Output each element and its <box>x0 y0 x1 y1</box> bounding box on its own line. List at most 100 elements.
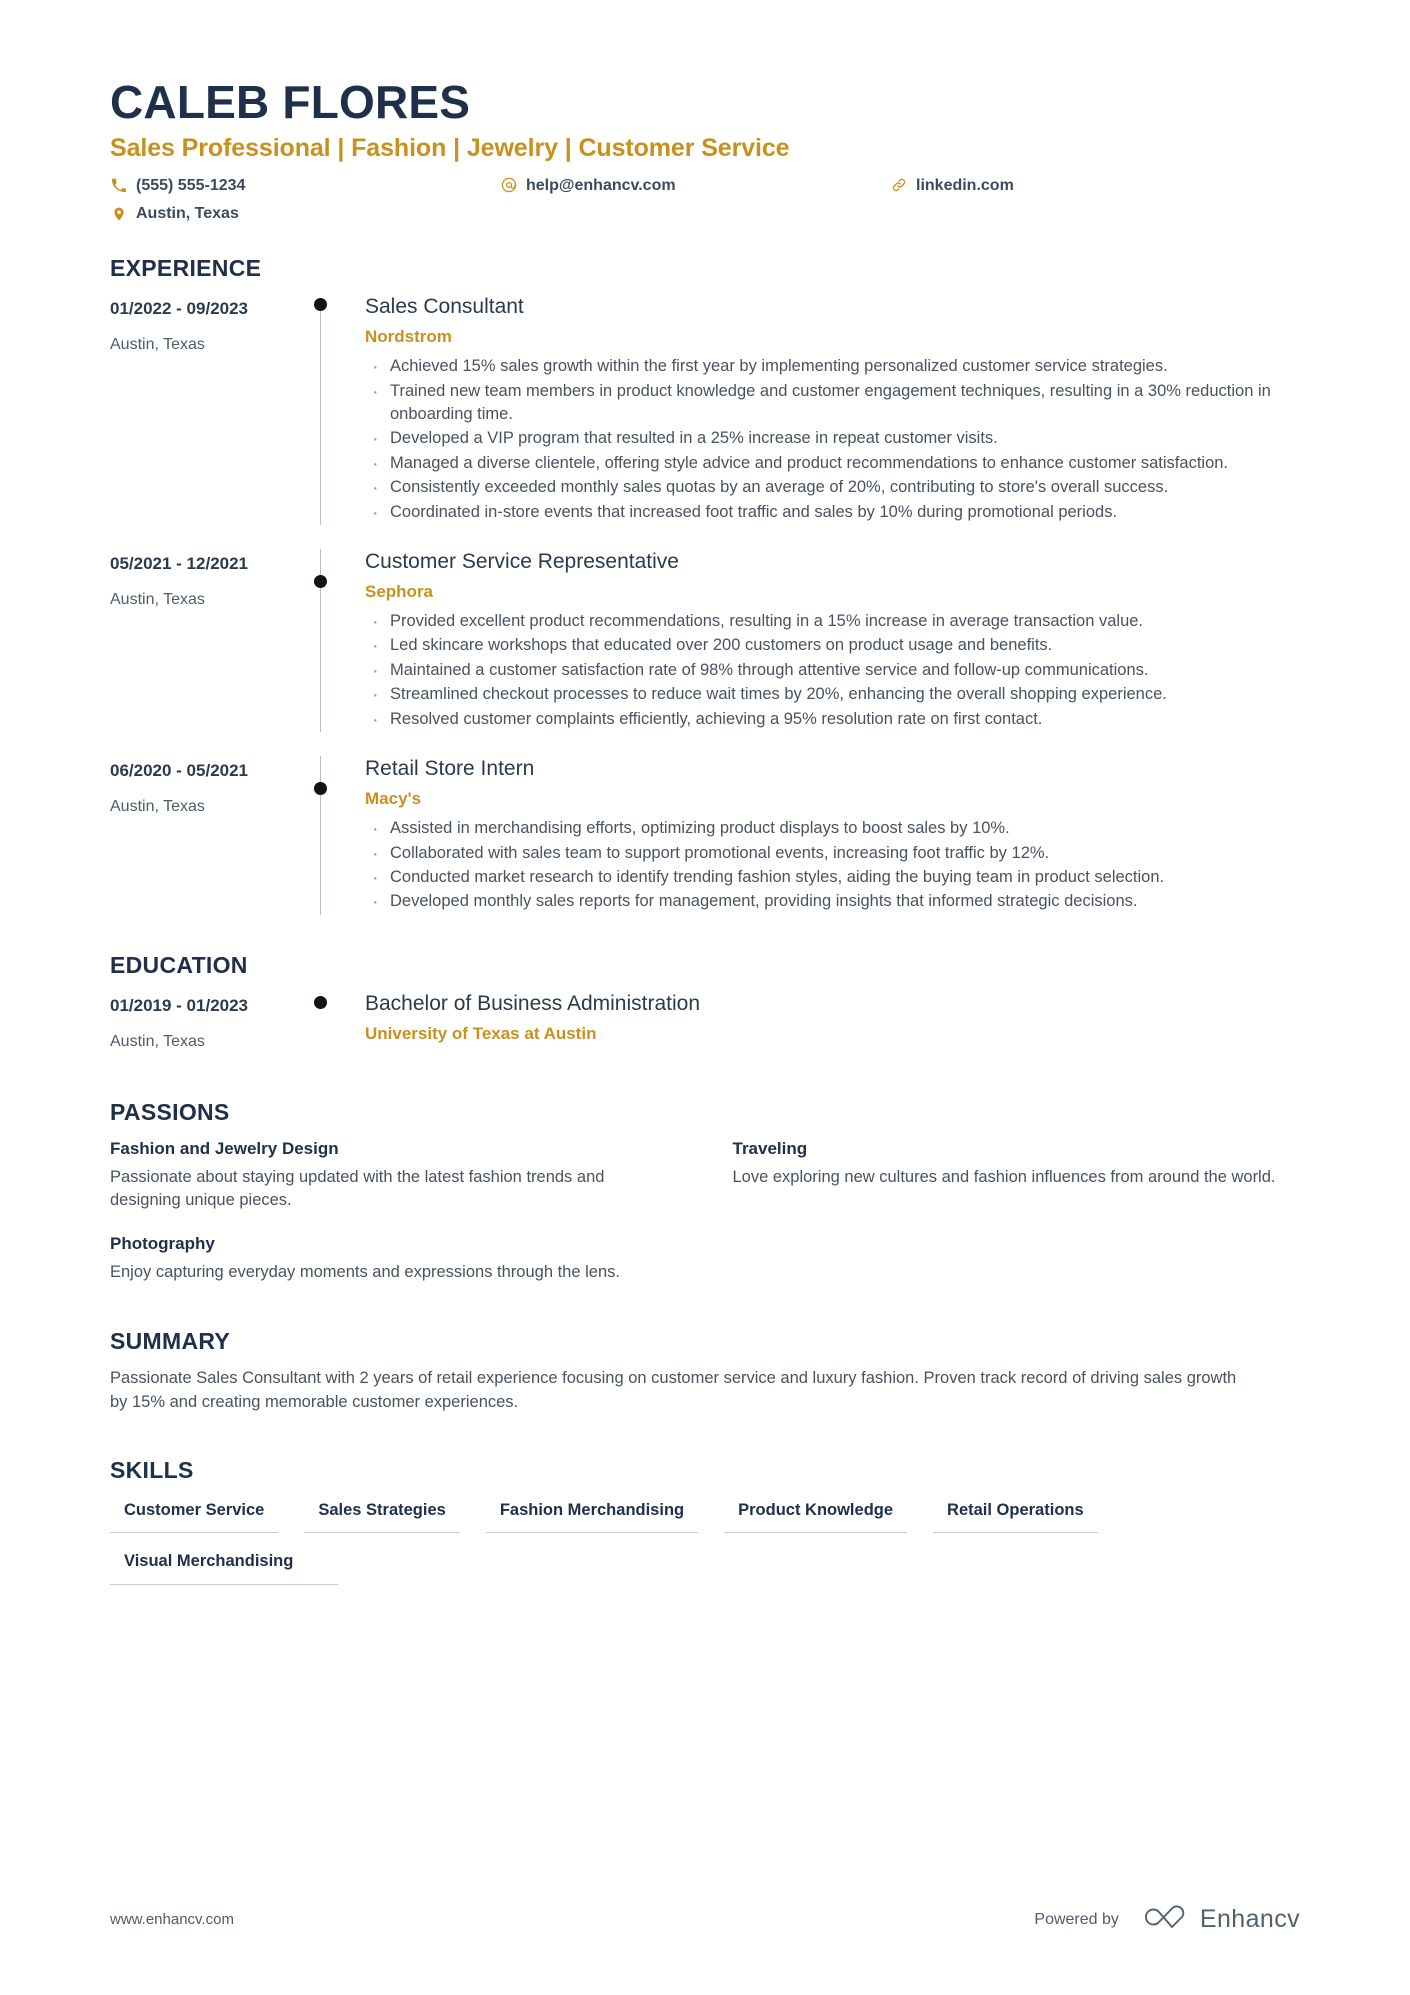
email-icon <box>500 177 517 194</box>
timeline-rail <box>295 991 347 1053</box>
timeline-rail <box>295 294 347 526</box>
page-title: CALEB FLORES <box>110 76 471 128</box>
entry-location: Austin, Texas <box>110 798 205 816</box>
experience-entry: 06/2020 - 05/2021 Austin, Texas Retail S… <box>110 734 1300 917</box>
bullet-item: Consistently exceeded monthly sales quot… <box>365 474 1300 503</box>
contact-info: (555) 555-1234 help@enhancv.com linkedin… <box>110 174 1300 225</box>
skill-chip: Product Knowledge <box>724 1496 908 1534</box>
passion-title: Traveling <box>732 1138 808 1158</box>
timeline-dot <box>314 575 327 589</box>
contact-location: Austin, Texas <box>110 202 500 225</box>
entry-dates: 06/2020 - 05/2021 <box>110 761 249 781</box>
section-skills: SKILLS Customer Service Sales Strategies… <box>110 1457 1300 1585</box>
passion-title: Photography <box>110 1233 215 1253</box>
section-education: EDUCATION 01/2019 - 01/2023 Austin, Texa… <box>110 952 1300 1055</box>
professional-headline: Sales Professional | Fashion | Jewelry |… <box>110 133 790 162</box>
education-degree: Bachelor of Business Administration <box>365 991 701 1015</box>
skills-list: Customer Service Sales Strategies Fashio… <box>110 1496 1300 1585</box>
footer-website-url[interactable]: www.enhancv.com <box>110 1911 234 1928</box>
link-icon <box>890 177 907 194</box>
section-summary: SUMMARY Passionate Sales Consultant with… <box>110 1328 1300 1415</box>
entry-meta: 05/2021 - 12/2021 Austin, Texas <box>110 549 295 732</box>
entry-job-title: Sales Consultant <box>365 295 524 319</box>
timeline-line <box>320 304 321 526</box>
section-title-education: EDUCATION <box>110 951 248 978</box>
bullet-item: Developed a VIP program that resulted in… <box>365 425 1300 454</box>
timeline-dot <box>314 782 327 796</box>
entry-location: Austin, Texas <box>110 336 205 354</box>
experience-entry: 05/2021 - 12/2021 Austin, Texas Customer… <box>110 527 1300 735</box>
bullet-item: Conducted market research to identify tr… <box>365 864 1300 893</box>
contact-location-text: Austin, Texas <box>136 204 239 222</box>
passion-description: Love exploring new cultures and fashion … <box>732 1167 1276 1186</box>
summary-text: Passionate Sales Consultant with 2 years… <box>110 1369 1237 1412</box>
section-experience: EXPERIENCE 01/2022 - 09/2023 Austin, Tex… <box>110 255 1300 917</box>
footer-brand: Powered by Enhancv <box>1034 1902 1300 1937</box>
section-title-passions: PASSIONS <box>110 1098 230 1125</box>
passion-item: Traveling Love exploring new cultures an… <box>733 1138 1301 1213</box>
entry-meta: 01/2019 - 01/2023 Austin, Texas <box>110 991 295 1053</box>
entry-dates: 01/2019 - 01/2023 <box>110 995 249 1015</box>
education-entry: 01/2019 - 01/2023 Austin, Texas Bachelor… <box>110 991 1300 1055</box>
bullet-item: Maintained a customer satisfaction rate … <box>365 657 1300 686</box>
passion-item: Fashion and Jewelry Design Passionate ab… <box>110 1138 678 1213</box>
skill-chip: Customer Service <box>110 1496 279 1534</box>
contact-phone[interactable]: (555) 555-1234 <box>110 174 500 197</box>
bullet-item: Trained new team members in product know… <box>365 378 1300 427</box>
entry-organization: Sephora <box>365 581 434 601</box>
bullet-item: Provided excellent product recommendatio… <box>365 608 1300 637</box>
timeline-rail <box>295 756 347 915</box>
contact-linkedin[interactable]: linkedin.com <box>890 174 1300 197</box>
skill-chip: Retail Operations <box>933 1496 1098 1534</box>
entry-dates: 01/2022 - 09/2023 <box>110 299 249 319</box>
entry-bullets: Assisted in merchandising efforts, optim… <box>365 815 1300 917</box>
entry-organization: Nordstrom <box>365 327 452 346</box>
passion-description: Enjoy capturing everyday moments and exp… <box>110 1262 620 1281</box>
passion-title: Fashion and Jewelry Design <box>110 1138 339 1158</box>
passion-item: Photography Enjoy capturing everyday mom… <box>110 1233 678 1285</box>
entry-meta: 01/2022 - 09/2023 Austin, Texas <box>110 294 295 525</box>
entry-meta: 06/2020 - 05/2021 Austin, Texas <box>110 756 295 915</box>
bullet-item: Developed monthly sales reports for mana… <box>365 888 1300 917</box>
timeline-dot <box>314 298 327 312</box>
section-title-experience: EXPERIENCE <box>110 255 262 282</box>
timeline-rail <box>295 549 347 733</box>
bullet-item: Managed a diverse clientele, offering st… <box>365 450 1300 479</box>
contact-email[interactable]: help@enhancv.com <box>500 174 890 197</box>
contact-linkedin-text: linkedin.com <box>916 176 1014 194</box>
skill-chip: Fashion Merchandising <box>485 1496 699 1534</box>
bullet-item: Assisted in merchandising efforts, optim… <box>365 815 1300 844</box>
contact-email-text: help@enhancv.com <box>526 176 676 194</box>
resume-page: CALEB FLORES Sales Professional | Fashio… <box>0 0 1410 1995</box>
entry-location: Austin, Texas <box>110 1032 205 1050</box>
entry-location: Austin, Texas <box>110 591 205 609</box>
resume-header: CALEB FLORES Sales Professional | Fashio… <box>110 0 1300 225</box>
entry-body: Bachelor of Business Administration Univ… <box>347 991 1300 1053</box>
bullet-item: Coordinated in-store events that increas… <box>365 499 1300 528</box>
entry-bullets: Achieved 15% sales growth within the fir… <box>365 353 1300 528</box>
location-pin-icon <box>110 205 127 222</box>
entry-job-title: Retail Store Intern <box>365 757 535 781</box>
entry-body: Customer Service Representative Sephora … <box>347 549 1300 735</box>
entry-dates: 05/2021 - 12/2021 <box>110 554 249 574</box>
contact-phone-text: (555) 555-1234 <box>136 176 246 194</box>
bullet-item: Achieved 15% sales growth within the fir… <box>365 353 1300 382</box>
bullet-item: Streamlined checkout processes to reduce… <box>365 681 1300 710</box>
entry-organization: Macy's <box>365 789 422 808</box>
page-footer: www.enhancv.com Powered by Enhancv <box>110 1902 1300 1937</box>
experience-timeline: 01/2022 - 09/2023 Austin, Texas Sales Co… <box>110 294 1300 917</box>
skill-chip: Sales Strategies <box>304 1496 460 1534</box>
passion-description: Passionate about staying updated with th… <box>110 1167 605 1210</box>
enhancv-mark-icon <box>1135 1902 1189 1937</box>
entry-job-title: Customer Service Representative <box>365 550 679 574</box>
section-passions: PASSIONS Fashion and Jewelry Design Pass… <box>110 1099 1300 1284</box>
powered-by-label: Powered by <box>1034 1910 1119 1928</box>
entry-body: Sales Consultant Nordstrom Achieved 15% … <box>347 294 1300 528</box>
enhancv-wordmark: Enhancv <box>1199 1905 1300 1933</box>
entry-body: Retail Store Intern Macy's Assisted in m… <box>347 756 1300 917</box>
education-school: University of Texas at Austin <box>365 1023 597 1043</box>
bullet-item: Resolved customer complaints efficiently… <box>365 706 1300 735</box>
skill-chip: Visual Merchandising <box>110 1547 338 1585</box>
bullet-item: Collaborated with sales team to support … <box>365 839 1300 868</box>
timeline-dot <box>314 995 327 1009</box>
